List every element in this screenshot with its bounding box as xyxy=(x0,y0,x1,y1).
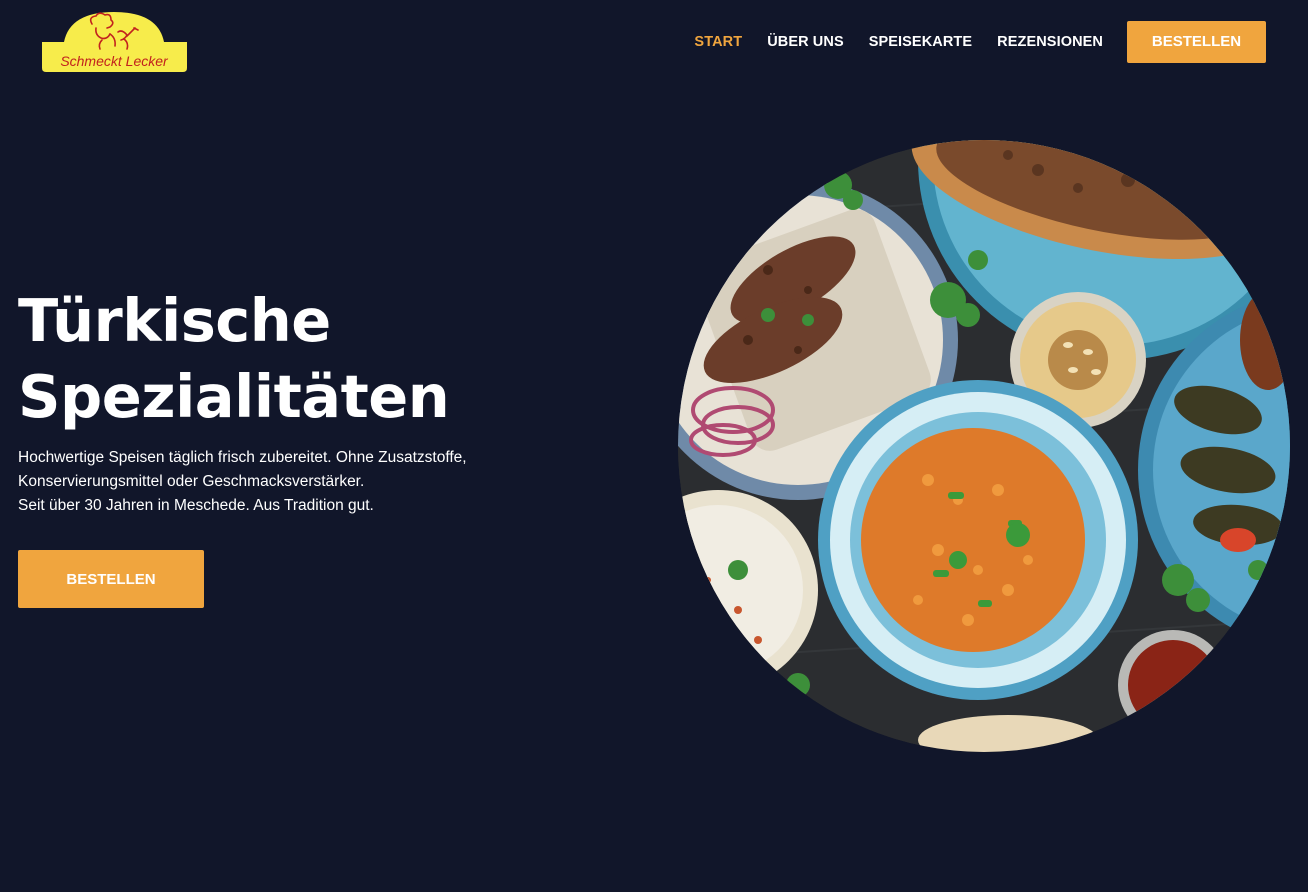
brand-logo[interactable]: Schmeckt Lecker xyxy=(42,12,187,72)
hero-text-line-1: Hochwertige Speisen täglich frisch zuber… xyxy=(18,449,467,466)
food-platter-image xyxy=(678,140,1290,752)
hero-order-button[interactable]: BESTELLEN xyxy=(18,550,204,608)
header-order-button[interactable]: BESTELLEN xyxy=(1127,20,1266,63)
page: Schmeckt Lecker START ÜBER UNS SPEISEKAR… xyxy=(0,0,1308,892)
nav-item-speisekarte[interactable]: SPEISEKARTE xyxy=(869,34,972,50)
nav-item-rezensionen[interactable]: REZENSIONEN xyxy=(997,34,1103,50)
logo-text: Schmeckt Lecker xyxy=(60,53,169,69)
hero-title-line-1: Türkische xyxy=(18,286,331,355)
nav-item-ueber-uns[interactable]: ÜBER UNS xyxy=(767,34,844,50)
nav-item-start[interactable]: START xyxy=(694,34,742,50)
hero-description: Hochwertige Speisen täglich frisch zuber… xyxy=(18,446,538,518)
hero-title-line-2: Spezialitäten xyxy=(18,362,450,431)
hero-text-line-2: Konservierungsmittel oder Geschmacksvers… xyxy=(18,473,365,490)
main-nav: START ÜBER UNS SPEISEKARTE REZENSIONEN B… xyxy=(694,20,1266,63)
hero-title: Türkische Spezialitäten xyxy=(18,283,450,435)
hero-text-line-3: Seit über 30 Jahren in Meschede. Aus Tra… xyxy=(18,497,374,514)
